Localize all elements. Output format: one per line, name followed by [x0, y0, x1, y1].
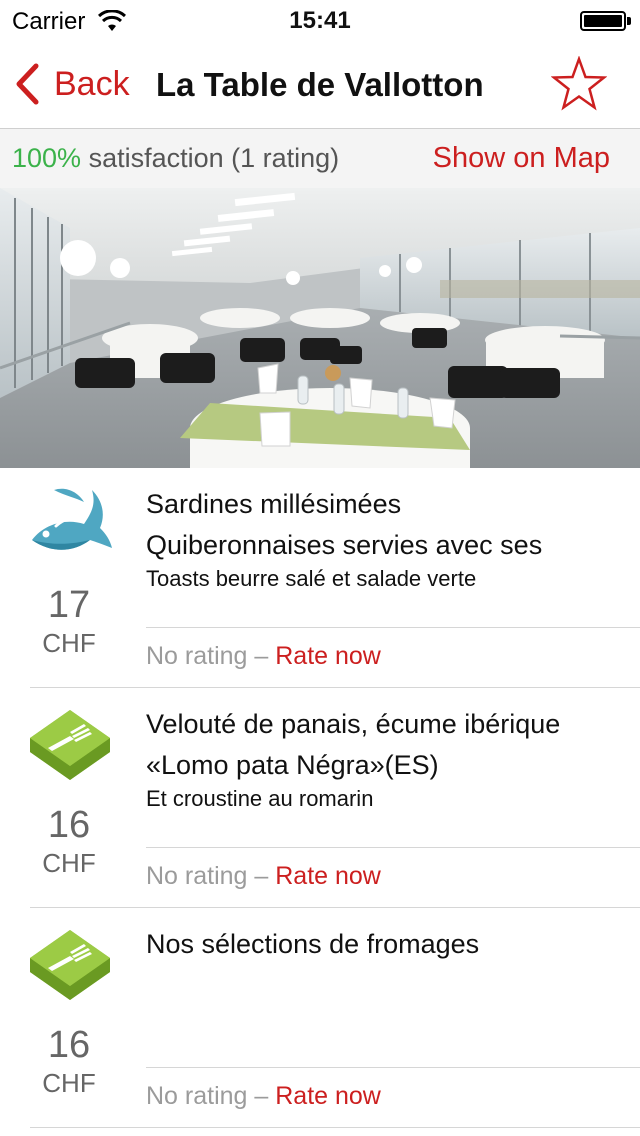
rating-separator: –	[247, 642, 276, 670]
item-title: Nos sélections de fromages	[146, 924, 636, 965]
chevron-left-icon	[16, 63, 39, 105]
restaurant-photo	[0, 188, 640, 468]
favorite-star-icon[interactable]	[551, 56, 607, 112]
back-label: Back	[54, 64, 130, 103]
rating-divider	[146, 847, 640, 848]
satisfaction-text: satisfaction (1 rating)	[81, 143, 340, 173]
restaurant-interior-image	[0, 188, 640, 468]
rating-separator: –	[247, 862, 276, 890]
rating-divider	[146, 627, 640, 628]
fork-icon	[26, 922, 114, 1010]
item-separator	[30, 1127, 640, 1128]
item-title-line2: Quiberonnaises servies avec ses	[146, 530, 543, 560]
status-time: 15:41	[289, 7, 351, 34]
satisfaction-summary: 100% satisfaction (1 rating)	[12, 143, 339, 174]
item-title: Sardines millésimées Quiberonnaises serv…	[146, 484, 636, 566]
battery-level	[584, 15, 622, 27]
back-button[interactable]: Back	[14, 62, 130, 106]
item-price: 16	[47, 804, 91, 846]
rate-now-link[interactable]: Rate now	[275, 862, 381, 890]
rate-now-link[interactable]: Rate now	[275, 1082, 381, 1110]
satisfaction-percent: 100%	[12, 143, 82, 173]
item-rating: No rating – Rate now	[146, 1082, 381, 1111]
fish-icon	[26, 482, 114, 570]
battery-tip	[627, 17, 631, 25]
info-bar: 100% satisfaction (1 rating) Show on Map	[0, 128, 640, 188]
page-title: La Table de Vallotton	[156, 66, 484, 103]
item-price: 16	[47, 1024, 91, 1066]
navigation-bar: Back La Table de Vallotton	[0, 40, 640, 128]
rating-separator: –	[247, 1082, 276, 1110]
menu-item[interactable]: 16 CHF Velouté de panais, écume ibérique…	[0, 688, 640, 908]
item-title-line1: Velouté de panais, écume ibérique	[146, 709, 561, 739]
menu-item[interactable]: 16 CHF Nos sélections de fromages No rat…	[0, 908, 640, 1128]
item-description: Toasts beurre salé et salade verte	[146, 566, 477, 591]
battery-icon	[580, 11, 626, 31]
fork-icon	[26, 702, 114, 790]
item-title-line1: Sardines millésimées	[146, 489, 402, 519]
no-rating-label: No rating	[146, 642, 248, 670]
status-bar: Carrier 15:41	[0, 0, 640, 40]
rating-divider	[146, 1067, 640, 1068]
item-currency: CHF	[42, 1068, 96, 1098]
item-currency: CHF	[42, 628, 96, 658]
item-currency: CHF	[42, 848, 96, 878]
item-title-line1: Nos sélections de fromages	[146, 929, 480, 959]
item-rating: No rating – Rate now	[146, 642, 381, 671]
item-title: Velouté de panais, écume ibérique «Lomo …	[146, 704, 636, 786]
menu-item[interactable]: 17 CHF Sardines millésimées Quiberonnais…	[0, 468, 640, 688]
no-rating-label: No rating	[146, 1082, 248, 1110]
item-title-line2: «Lomo pata Négra»(ES)	[146, 750, 439, 780]
show-on-map-link[interactable]: Show on Map	[433, 142, 610, 175]
item-description: Et croustine au romarin	[146, 786, 374, 811]
item-price: 17	[47, 584, 91, 626]
no-rating-label: No rating	[146, 862, 248, 890]
menu-list: 17 CHF Sardines millésimées Quiberonnais…	[0, 468, 640, 1128]
item-rating: No rating – Rate now	[146, 862, 381, 891]
rate-now-link[interactable]: Rate now	[275, 642, 381, 670]
